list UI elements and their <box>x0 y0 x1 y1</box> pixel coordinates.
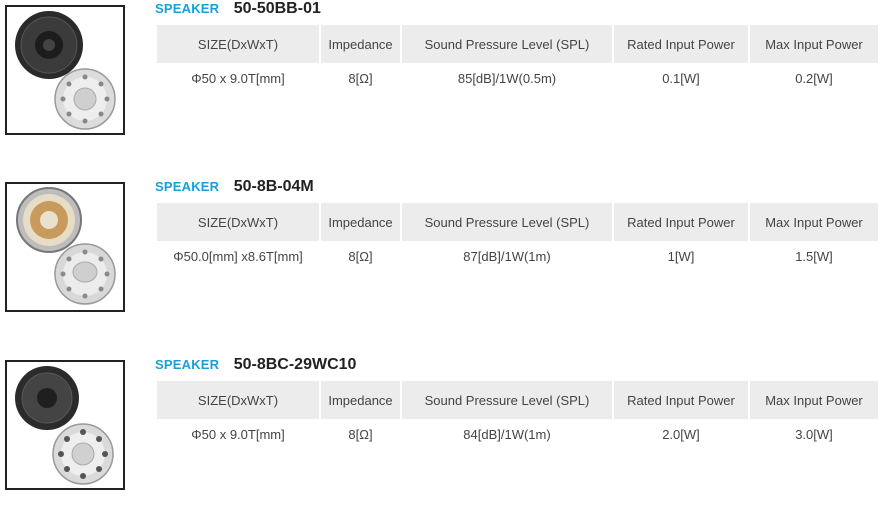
cell-impedance: 8[Ω] <box>321 63 400 94</box>
col-impedance: Impedance <box>321 25 400 63</box>
col-rated-power: Rated Input Power <box>614 381 748 419</box>
product-heading: SPEAKER 50-50BB-01 <box>155 0 321 22</box>
model-name: 50-8BC-29WC10 <box>233 356 357 373</box>
table-row: Φ50 x 9.0T[mm] 8[Ω] 85[dB]/1W(0.5m) 0.1[… <box>157 63 878 94</box>
cell-spl: 85[dB]/1W(0.5m) <box>402 63 612 94</box>
spec-table: SIZE(DxWxT) Impedance Sound Pressure Lev… <box>155 203 880 272</box>
product-image[interactable] <box>5 182 125 312</box>
col-size: SIZE(DxWxT) <box>157 381 319 419</box>
col-max-power: Max Input Power <box>750 203 878 241</box>
cell-size: Φ50 x 9.0T[mm] <box>157 419 319 450</box>
table-row: Φ50 x 9.0T[mm] 8[Ω] 84[dB]/1W(1m) 2.0[W]… <box>157 419 878 450</box>
col-rated-power: Rated Input Power <box>614 203 748 241</box>
col-size: SIZE(DxWxT) <box>157 25 319 63</box>
cell-rated-power: 1[W] <box>614 241 748 272</box>
speaker-tag: SPEAKER <box>155 1 220 16</box>
product-heading: SPEAKER 50-8B-04M <box>155 178 314 200</box>
product-50-50BB-01: SPEAKER 50-50BB-01 SIZE(DxWxT) Impedance… <box>0 0 884 160</box>
col-rated-power: Rated Input Power <box>614 25 748 63</box>
product-50-8B-04M: SPEAKER 50-8B-04M SIZE(DxWxT) Impedance … <box>0 178 884 338</box>
table-row: Φ50.0[mm] x8.6T[mm] 8[Ω] 87[dB]/1W(1m) 1… <box>157 241 878 272</box>
col-spl: Sound Pressure Level (SPL) <box>402 25 612 63</box>
product-50-8BC-29WC10: SPEAKER 50-8BC-29WC10 SIZE(DxWxT) Impeda… <box>0 356 884 516</box>
cell-max-power: 3.0[W] <box>750 419 878 450</box>
product-heading: SPEAKER 50-8BC-29WC10 <box>155 356 356 378</box>
col-max-power: Max Input Power <box>750 25 878 63</box>
cell-impedance: 8[Ω] <box>321 419 400 450</box>
product-image[interactable] <box>5 5 125 135</box>
cell-spl: 87[dB]/1W(1m) <box>402 241 612 272</box>
cell-max-power: 1.5[W] <box>750 241 878 272</box>
cell-spl: 84[dB]/1W(1m) <box>402 419 612 450</box>
col-spl: Sound Pressure Level (SPL) <box>402 203 612 241</box>
model-name: 50-8B-04M <box>233 178 314 195</box>
cell-impedance: 8[Ω] <box>321 241 400 272</box>
cell-size: Φ50.0[mm] x8.6T[mm] <box>157 241 319 272</box>
cell-size: Φ50 x 9.0T[mm] <box>157 63 319 94</box>
spec-table: SIZE(DxWxT) Impedance Sound Pressure Lev… <box>155 381 880 450</box>
model-name: 50-50BB-01 <box>233 0 321 17</box>
speaker-tag: SPEAKER <box>155 357 220 372</box>
spec-table: SIZE(DxWxT) Impedance Sound Pressure Lev… <box>155 25 880 94</box>
cell-rated-power: 2.0[W] <box>614 419 748 450</box>
col-max-power: Max Input Power <box>750 381 878 419</box>
col-size: SIZE(DxWxT) <box>157 203 319 241</box>
product-image[interactable] <box>5 360 125 490</box>
col-impedance: Impedance <box>321 203 400 241</box>
speaker-tag: SPEAKER <box>155 179 220 194</box>
col-impedance: Impedance <box>321 381 400 419</box>
col-spl: Sound Pressure Level (SPL) <box>402 381 612 419</box>
cell-max-power: 0.2[W] <box>750 63 878 94</box>
cell-rated-power: 0.1[W] <box>614 63 748 94</box>
